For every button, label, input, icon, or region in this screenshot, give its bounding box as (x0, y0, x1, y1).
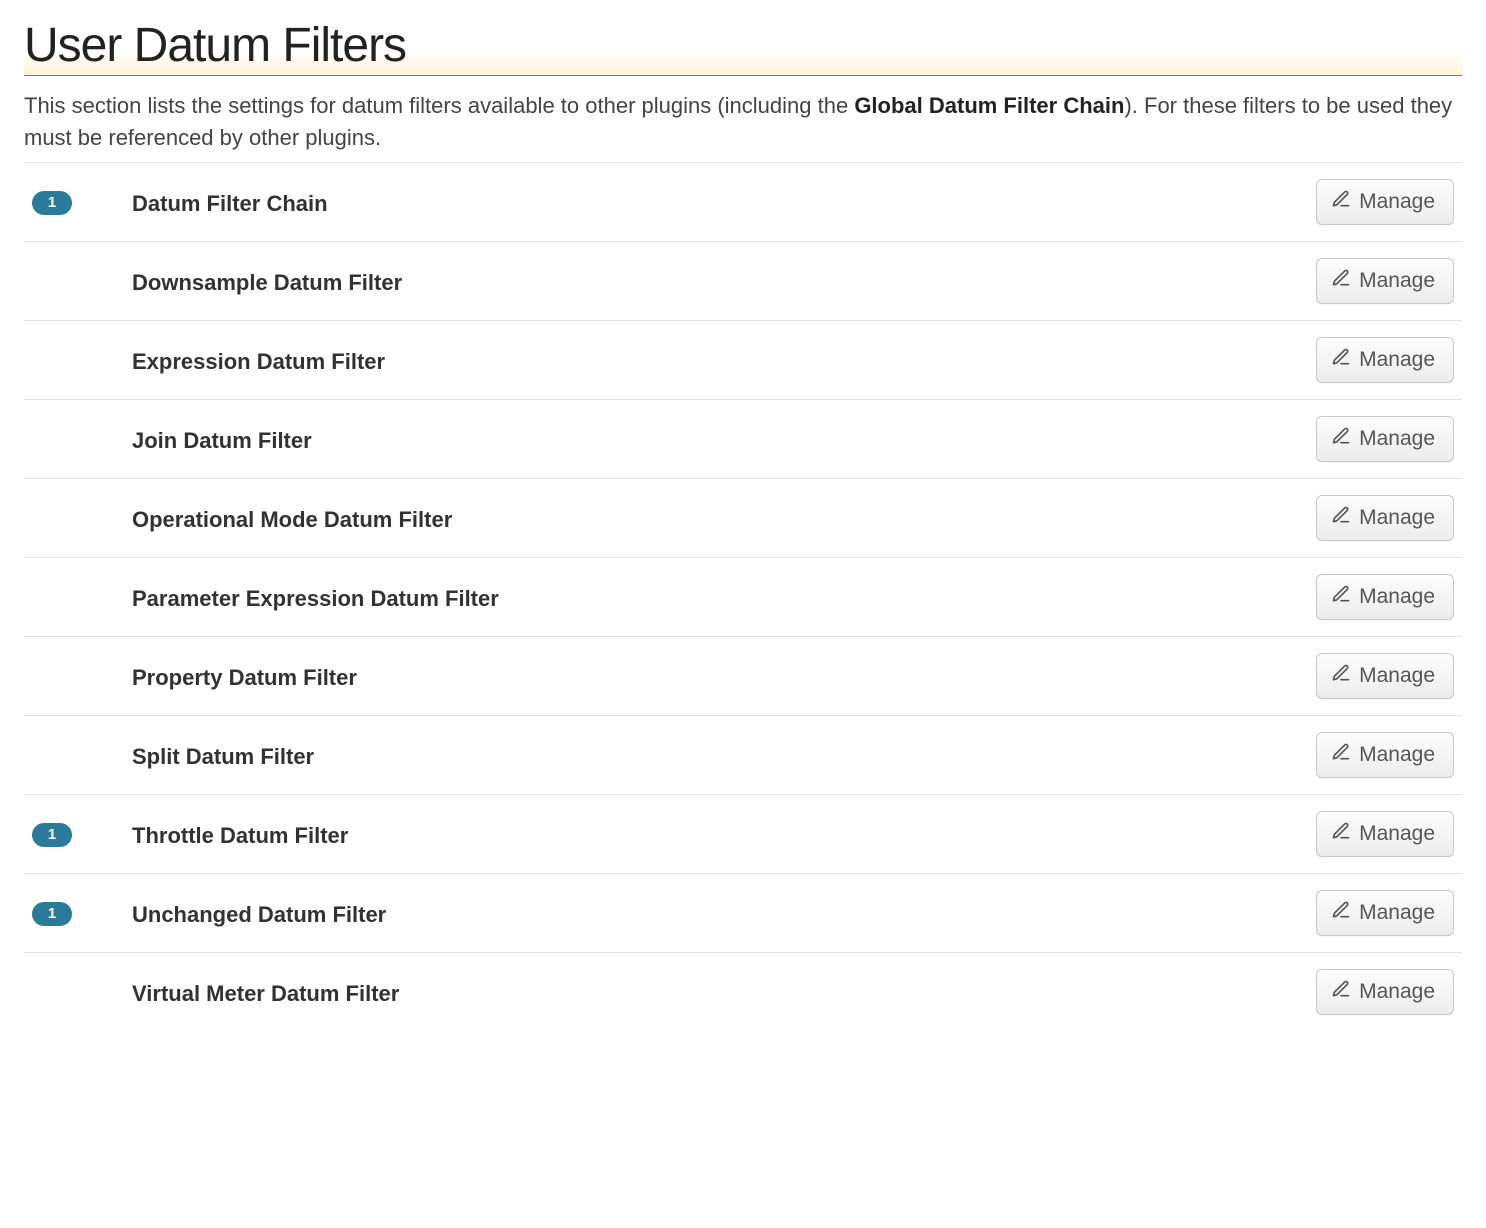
edit-icon (1331, 268, 1351, 294)
description-prefix: This section lists the settings for datu… (24, 93, 854, 118)
manage-button[interactable]: Manage (1316, 179, 1454, 225)
manage-button[interactable]: Manage (1316, 653, 1454, 699)
manage-button[interactable]: Manage (1316, 416, 1454, 462)
description-bold: Global Datum Filter Chain (854, 93, 1124, 118)
manage-button[interactable]: Manage (1316, 811, 1454, 857)
action-column: Manage (1316, 574, 1462, 620)
edit-icon (1331, 900, 1351, 926)
count-badge: 1 (32, 191, 72, 215)
badge-column: 1 (24, 821, 132, 847)
filter-name: Virtual Meter Datum Filter (132, 977, 1316, 1007)
filter-name: Expression Datum Filter (132, 345, 1316, 375)
action-column: Manage (1316, 811, 1462, 857)
filter-name: Downsample Datum Filter (132, 266, 1316, 296)
edit-icon (1331, 821, 1351, 847)
filter-row: Downsample Datum Filter Manage (24, 241, 1462, 320)
filter-name: Operational Mode Datum Filter (132, 503, 1316, 533)
filter-row: 1 Datum Filter Chain Manage (24, 162, 1462, 241)
manage-button-label: Manage (1359, 506, 1435, 530)
badge-column (24, 991, 132, 993)
filter-row: Property Datum Filter Manage (24, 636, 1462, 715)
action-column: Manage (1316, 653, 1462, 699)
badge-column (24, 754, 132, 756)
badge-column (24, 675, 132, 677)
filter-name: Throttle Datum Filter (132, 819, 1316, 849)
edit-icon (1331, 663, 1351, 689)
manage-button-label: Manage (1359, 585, 1435, 609)
filter-row: Operational Mode Datum Filter Manage (24, 478, 1462, 557)
action-column: Manage (1316, 258, 1462, 304)
action-column: Manage (1316, 969, 1462, 1015)
badge-column: 1 (24, 900, 132, 926)
manage-button-label: Manage (1359, 743, 1435, 767)
action-column: Manage (1316, 416, 1462, 462)
badge-column (24, 596, 132, 598)
edit-icon (1331, 979, 1351, 1005)
manage-button-label: Manage (1359, 348, 1435, 372)
edit-icon (1331, 189, 1351, 215)
badge-column (24, 359, 132, 361)
filter-row: 1 Unchanged Datum Filter Manage (24, 873, 1462, 952)
action-column: Manage (1316, 732, 1462, 778)
filter-name: Split Datum Filter (132, 740, 1316, 770)
page-description: This section lists the settings for datu… (24, 90, 1462, 154)
manage-button[interactable]: Manage (1316, 732, 1454, 778)
filter-row: Split Datum Filter Manage (24, 715, 1462, 794)
filter-row: 1 Throttle Datum Filter Manage (24, 794, 1462, 873)
filter-name: Unchanged Datum Filter (132, 898, 1316, 928)
edit-icon (1331, 742, 1351, 768)
filter-row: Expression Datum Filter Manage (24, 320, 1462, 399)
manage-button-label: Manage (1359, 901, 1435, 925)
badge-column (24, 280, 132, 282)
manage-button-label: Manage (1359, 664, 1435, 688)
manage-button[interactable]: Manage (1316, 574, 1454, 620)
manage-button[interactable]: Manage (1316, 258, 1454, 304)
page-title: User Datum Filters (24, 18, 1462, 76)
action-column: Manage (1316, 179, 1462, 225)
action-column: Manage (1316, 495, 1462, 541)
manage-button-label: Manage (1359, 427, 1435, 451)
manage-button-label: Manage (1359, 190, 1435, 214)
filter-name: Property Datum Filter (132, 661, 1316, 691)
manage-button[interactable]: Manage (1316, 969, 1454, 1015)
edit-icon (1331, 584, 1351, 610)
badge-column: 1 (24, 189, 132, 215)
filter-row: Parameter Expression Datum Filter Manage (24, 557, 1462, 636)
edit-icon (1331, 505, 1351, 531)
filter-name: Join Datum Filter (132, 424, 1316, 454)
filter-row: Virtual Meter Datum Filter Manage (24, 952, 1462, 1031)
action-column: Manage (1316, 337, 1462, 383)
manage-button[interactable]: Manage (1316, 890, 1454, 936)
manage-button[interactable]: Manage (1316, 337, 1454, 383)
edit-icon (1331, 347, 1351, 373)
badge-column (24, 517, 132, 519)
count-badge: 1 (32, 823, 72, 847)
edit-icon (1331, 426, 1351, 452)
filter-list: 1Datum Filter Chain ManageDownsample Dat… (24, 162, 1462, 1031)
manage-button-label: Manage (1359, 269, 1435, 293)
filter-row: Join Datum Filter Manage (24, 399, 1462, 478)
filter-name: Parameter Expression Datum Filter (132, 582, 1316, 612)
filter-name: Datum Filter Chain (132, 187, 1316, 217)
manage-button-label: Manage (1359, 822, 1435, 846)
badge-column (24, 438, 132, 440)
manage-button-label: Manage (1359, 980, 1435, 1004)
count-badge: 1 (32, 902, 72, 926)
action-column: Manage (1316, 890, 1462, 936)
manage-button[interactable]: Manage (1316, 495, 1454, 541)
